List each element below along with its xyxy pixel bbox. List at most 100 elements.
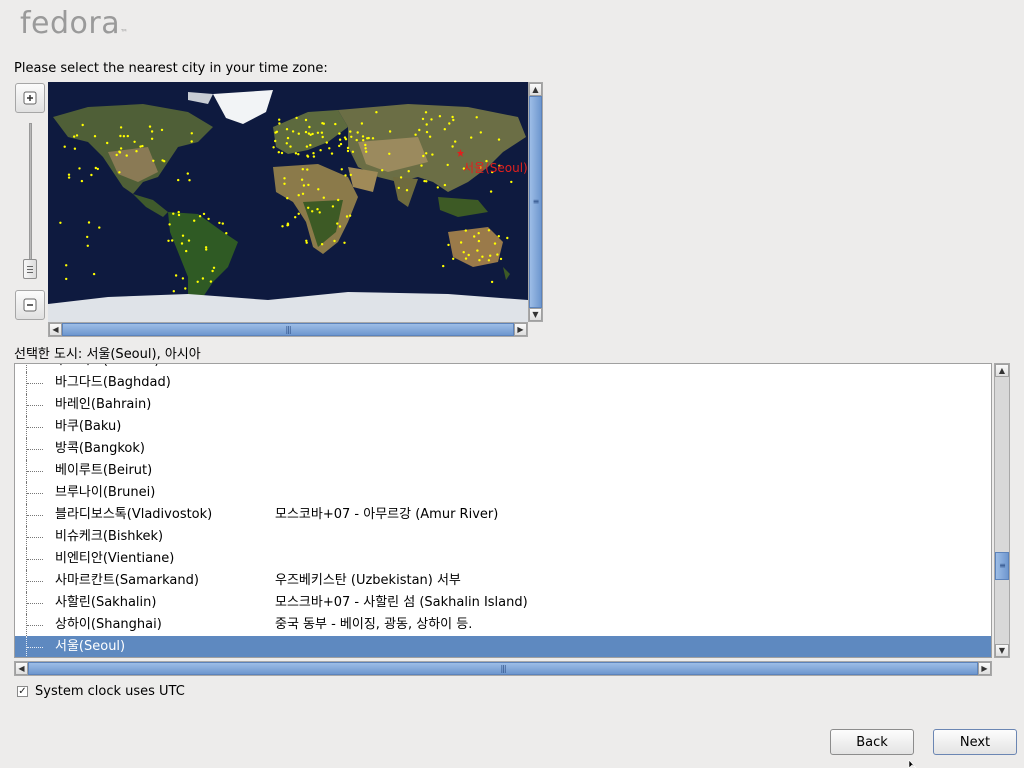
city-row[interactable]: 베이루트(Beirut) bbox=[15, 460, 991, 482]
city-dot bbox=[470, 136, 473, 139]
tree-line bbox=[26, 364, 28, 372]
city-dot bbox=[317, 188, 320, 191]
city-dot bbox=[462, 251, 465, 254]
city-dot bbox=[328, 147, 331, 150]
list-scroll-left-button[interactable]: ◀ bbox=[15, 662, 28, 675]
city-dot bbox=[446, 163, 449, 167]
city-row[interactable]: 바그다드(Baghdad) bbox=[15, 372, 991, 394]
city-row[interactable]: 사할린(Sakhalin) 모스크바+07 - 사할린 섬 (Sakhalin I… bbox=[15, 592, 991, 614]
list-vertical-scrollbar[interactable]: ▲ ≡ ▼ bbox=[994, 363, 1010, 658]
city-dot bbox=[283, 182, 286, 185]
list-horizontal-scrollbar[interactable]: ◀ ||| ▶ bbox=[14, 661, 992, 676]
city-row[interactable]: 브루나이(Brunei) bbox=[15, 482, 991, 504]
city-list[interactable]: 무스카트(Muscat) 바그다드(Baghdad) 바레인(Bahrain) 바쿠(… bbox=[14, 363, 992, 658]
city-dot bbox=[443, 128, 446, 131]
city-dot bbox=[397, 186, 400, 190]
city-dot bbox=[319, 149, 322, 152]
city-dot bbox=[388, 130, 392, 133]
map-h-scroll-thumb[interactable]: ||| bbox=[62, 323, 514, 336]
city-dot bbox=[63, 145, 66, 148]
city-row[interactable]: 비슈케크(Bishkek) bbox=[15, 526, 991, 548]
city-row[interactable]: 비엔티안(Vientiane) bbox=[15, 548, 991, 570]
city-dot bbox=[304, 130, 308, 134]
city-dot bbox=[479, 131, 482, 134]
zoom-slider-handle[interactable] bbox=[23, 259, 37, 279]
city-dot bbox=[294, 216, 297, 219]
city-dot bbox=[306, 155, 310, 158]
city-dot bbox=[388, 152, 391, 155]
city-name: 바쿠(Baku) bbox=[55, 419, 122, 434]
city-row[interactable]: 바레인(Bahrain) bbox=[15, 394, 991, 416]
list-v-scroll-thumb[interactable]: ≡ bbox=[995, 552, 1009, 580]
city-dot bbox=[177, 213, 181, 217]
world-map[interactable]: 서울(Seoul) bbox=[48, 82, 528, 322]
city-dot bbox=[338, 144, 341, 148]
city-dot bbox=[321, 135, 324, 139]
list-scroll-right-button[interactable]: ▶ bbox=[978, 662, 991, 675]
city-dot bbox=[305, 145, 309, 148]
city-row[interactable]: 사마르칸트(Samarkand) 우즈베키스탄 (Uzbekistan) 서부 bbox=[15, 570, 991, 592]
city-dot bbox=[119, 126, 123, 129]
city-dot bbox=[320, 243, 324, 246]
city-dot bbox=[148, 125, 152, 128]
tree-branch bbox=[27, 471, 43, 472]
city-dot bbox=[447, 243, 450, 247]
map-horizontal-scrollbar[interactable]: ◀ ||| ▶ bbox=[48, 322, 528, 337]
city-dot bbox=[322, 196, 325, 199]
city-dot bbox=[196, 280, 199, 283]
map-vertical-scrollbar[interactable]: ▲ ≡ ▼ bbox=[528, 82, 543, 322]
city-dot bbox=[330, 152, 334, 155]
list-scroll-up-button[interactable]: ▲ bbox=[995, 364, 1009, 377]
city-dot bbox=[65, 277, 68, 281]
city-row[interactable]: 상하이(Shanghai) 중국 동부 - 베이징, 광동, 상하이 등. bbox=[15, 614, 991, 636]
next-button[interactable]: Next bbox=[933, 729, 1017, 755]
scroll-right-button[interactable]: ▶ bbox=[514, 323, 527, 336]
zoom-slider-track[interactable] bbox=[29, 123, 32, 279]
city-dot bbox=[297, 153, 300, 156]
city-description: 우즈베키스탄 (Uzbekistan) 서부 bbox=[275, 573, 461, 588]
city-row[interactable]: 무스카트(Muscat) bbox=[15, 364, 991, 372]
city-dot bbox=[98, 226, 101, 229]
city-dot bbox=[489, 190, 493, 193]
utc-checkbox-row[interactable]: ✓ System clock uses UTC bbox=[17, 684, 185, 699]
scroll-up-button[interactable]: ▲ bbox=[529, 83, 542, 96]
city-dot bbox=[336, 222, 339, 225]
city-dot bbox=[477, 239, 481, 243]
city-dot bbox=[81, 123, 84, 127]
city-name: 바그다드(Baghdad) bbox=[55, 375, 171, 390]
list-scroll-down-button[interactable]: ▼ bbox=[995, 644, 1009, 657]
city-dot bbox=[496, 253, 499, 256]
city-row[interactable]: 방콕(Bangkok) bbox=[15, 438, 991, 460]
city-dot bbox=[152, 159, 155, 162]
city-dot bbox=[424, 111, 428, 114]
city-dot bbox=[338, 138, 342, 141]
city-dot bbox=[493, 242, 497, 245]
back-button[interactable]: Back bbox=[830, 729, 914, 755]
scroll-left-button[interactable]: ◀ bbox=[49, 323, 62, 336]
mouse-cursor-icon bbox=[908, 760, 917, 768]
city-description: 모스크바+07 - 사할린 섬 (Sakhalin Island) bbox=[275, 595, 528, 610]
city-dot bbox=[150, 130, 154, 133]
city-name: 베이루트(Beirut) bbox=[55, 463, 153, 478]
city-dot bbox=[59, 221, 62, 224]
city-dot bbox=[285, 142, 288, 145]
city-row[interactable]: 블라디보스톡(Vladivostok) 모스코바+07 - 아무르강 (Amur … bbox=[15, 504, 991, 526]
selected-city-label: 선택한 도시: 서울(Seoul), 아시아 bbox=[14, 347, 201, 362]
city-dot bbox=[274, 131, 277, 134]
city-row-selected[interactable]: 서울(Seoul) bbox=[15, 636, 991, 657]
utc-checkbox[interactable]: ✓ bbox=[17, 686, 28, 697]
city-dot bbox=[343, 136, 347, 139]
city-name: 무스카트(Muscat) bbox=[55, 364, 159, 372]
list-h-scroll-thumb[interactable]: ||| bbox=[28, 662, 978, 675]
city-dot bbox=[218, 221, 221, 225]
city-dot bbox=[425, 130, 429, 134]
scroll-down-button[interactable]: ▼ bbox=[529, 308, 542, 321]
city-dot bbox=[473, 235, 476, 238]
zoom-out-button[interactable] bbox=[15, 290, 45, 320]
city-dot bbox=[346, 149, 350, 153]
city-description: 중국 동부 - 베이징, 광동, 상하이 등. bbox=[275, 617, 473, 632]
map-v-scroll-thumb[interactable]: ≡ bbox=[529, 96, 542, 308]
city-dot bbox=[451, 115, 454, 119]
city-row[interactable]: 바쿠(Baku) bbox=[15, 416, 991, 438]
zoom-in-button[interactable] bbox=[15, 83, 45, 113]
